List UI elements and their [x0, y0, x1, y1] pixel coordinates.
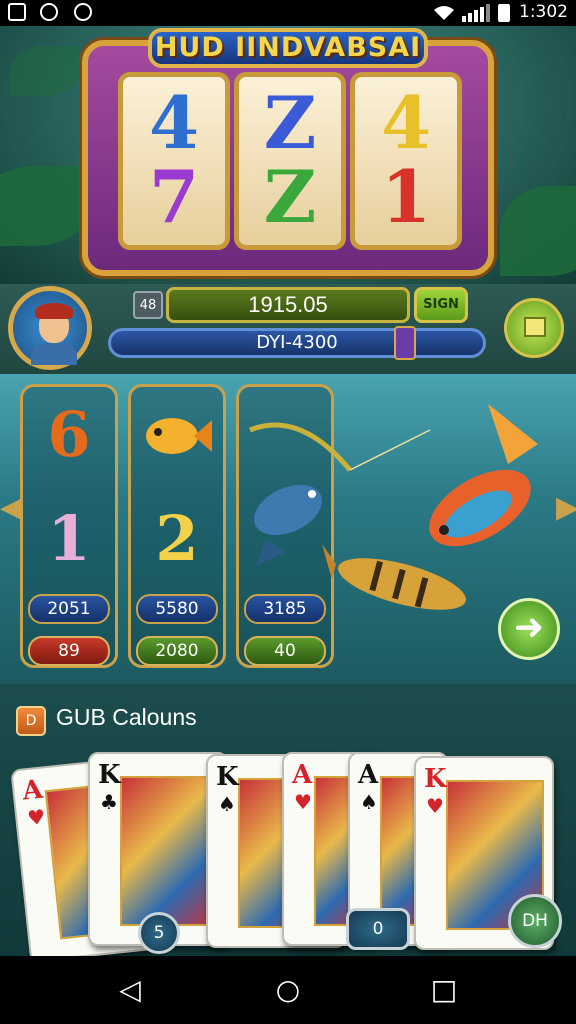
status-time: 1:302 — [519, 2, 568, 22]
shield-icon — [74, 3, 92, 21]
jungle-leaf — [10, 46, 80, 96]
credit-display: 1915.05 — [166, 287, 410, 323]
card-suit: ♣ — [100, 790, 118, 814]
reel-2: Z Z — [234, 72, 346, 250]
card-rank: A — [21, 774, 45, 807]
column-bet[interactable]: 89 — [28, 636, 110, 666]
wifi-icon — [432, 4, 456, 20]
column-value: 2051 — [28, 594, 110, 624]
win-display: DYI-4300 — [108, 328, 486, 358]
reel-symbol-top: 4 — [148, 80, 200, 165]
signal-icon — [462, 4, 490, 22]
chat-bubble-icon — [40, 3, 58, 21]
reel-symbol-bottom: 1 — [380, 154, 432, 239]
reel-symbol-bottom: 7 — [148, 154, 200, 239]
card-suit: ♥ — [294, 790, 312, 814]
right-arrow-icon[interactable]: ▶ — [556, 490, 576, 525]
reel-symbol-top: 4 — [380, 80, 432, 165]
striped-fish-icon — [322, 540, 472, 620]
card-suit: ♠ — [360, 790, 378, 814]
column-bet[interactable]: 40 — [244, 636, 326, 666]
avatar-body — [31, 343, 77, 365]
chip-counter[interactable]: 5 — [138, 912, 180, 954]
dealer-button[interactable]: DH — [508, 894, 562, 948]
goldfish-icon — [140, 404, 212, 464]
card-rank: A — [292, 760, 313, 790]
home-icon[interactable]: ○ — [258, 956, 318, 1024]
column-bet[interactable]: 2080 — [136, 636, 218, 666]
nav-bar: ◁ ○ □ — [0, 956, 576, 1024]
spin-button[interactable]: SIGN — [414, 287, 468, 323]
card-rank: K — [98, 760, 121, 790]
card-suit: ♥ — [426, 794, 444, 818]
player-avatar[interactable] — [8, 286, 92, 370]
photo-icon — [8, 3, 26, 21]
card-rank: A — [358, 760, 379, 790]
card-rank: K — [216, 762, 239, 792]
battery-icon — [498, 4, 510, 22]
back-icon[interactable]: ◁ — [100, 956, 160, 1024]
card-rank: K — [424, 764, 447, 794]
reel-3: 4 1 — [350, 72, 462, 250]
bet-chip[interactable]: 48 — [133, 291, 163, 319]
cards-title: GUB Calouns — [56, 704, 197, 730]
column-value: 3185 — [244, 594, 326, 624]
jungle-leaf — [500, 186, 576, 276]
cards-title-icon: D — [16, 706, 46, 736]
jungle-leaf — [0, 166, 90, 246]
gem-icon — [394, 326, 416, 360]
chip-counter[interactable]: 0 — [346, 908, 410, 950]
reel-1: 4 7 — [118, 72, 230, 250]
fishing-rod-icon — [240, 410, 440, 490]
slot-title: HUD IINDVABSAI — [148, 28, 428, 68]
column-symbol: 1 — [47, 502, 91, 575]
card-suit: ♥ — [26, 804, 47, 831]
reel-symbol-bottom: Z — [263, 154, 317, 239]
avatar-hair — [35, 303, 73, 319]
note-icon — [524, 317, 546, 337]
reel-symbol-top: Z — [263, 80, 317, 165]
column-symbol: 2 — [155, 502, 199, 575]
recents-icon[interactable]: □ — [414, 956, 474, 1024]
card-suit: ♠ — [218, 792, 236, 816]
next-button[interactable]: ➜ — [498, 598, 560, 660]
column-symbol: 6 — [47, 398, 91, 471]
chat-button[interactable] — [504, 298, 564, 358]
card-art — [120, 776, 218, 926]
status-bar: 1:302 — [0, 0, 576, 26]
column-value: 5580 — [136, 594, 218, 624]
